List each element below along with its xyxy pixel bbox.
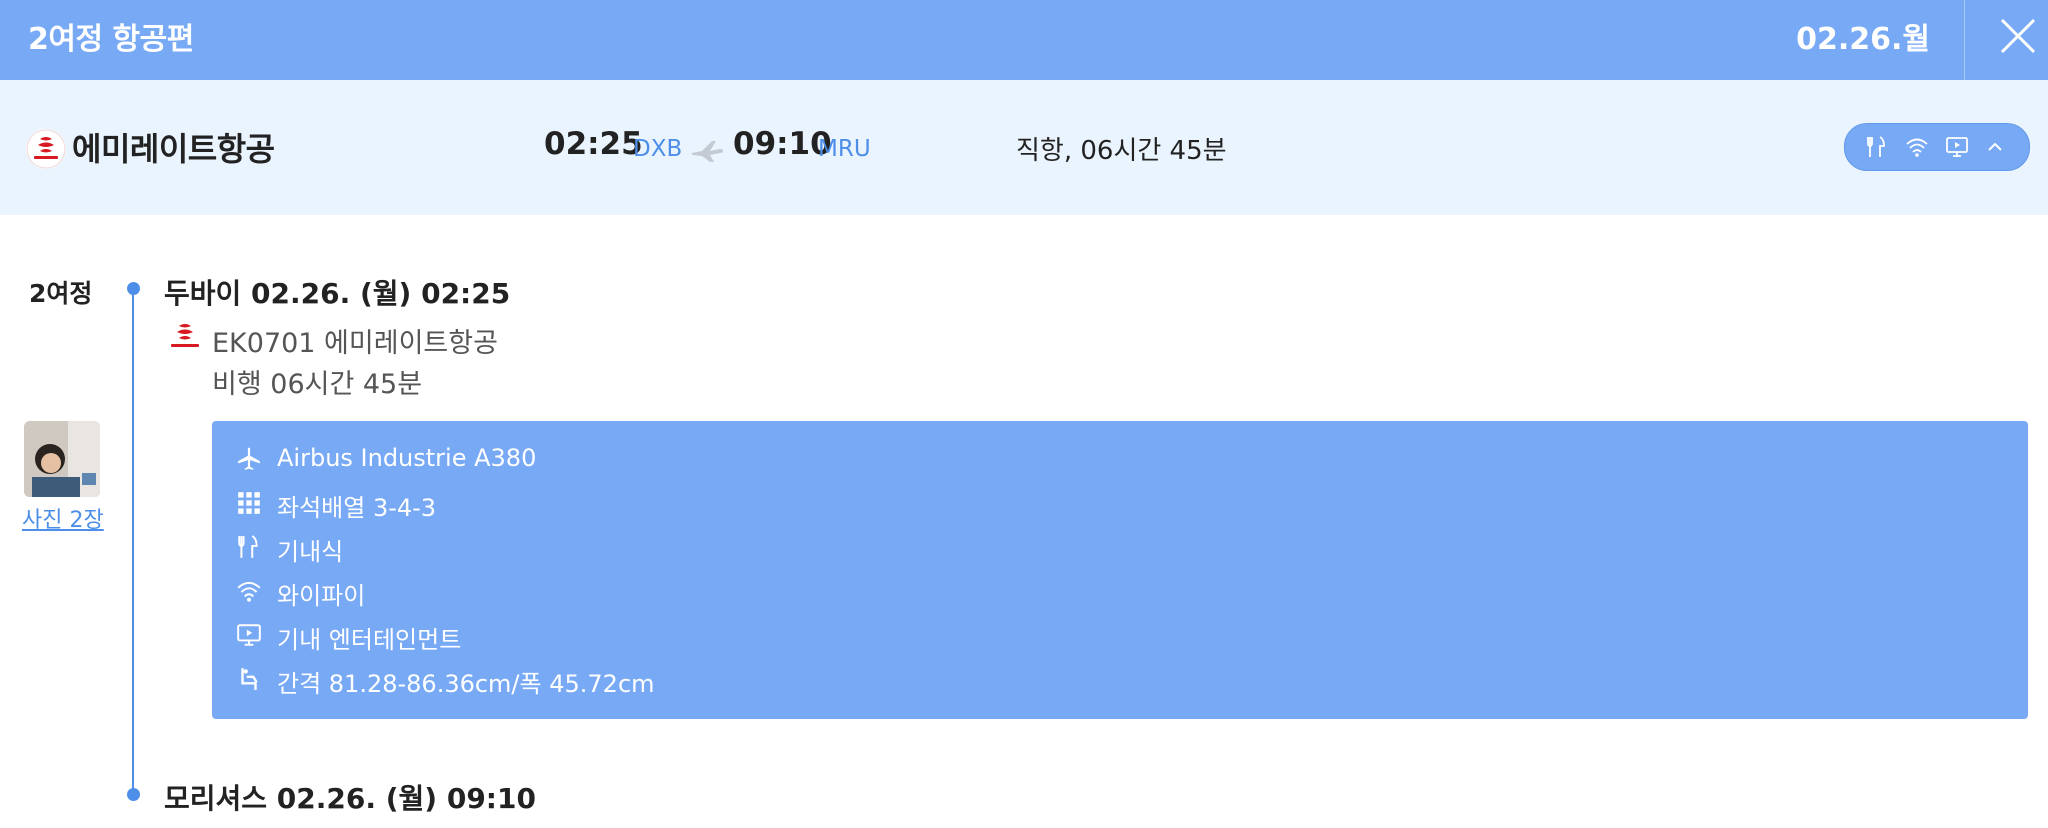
depart-airport-code: DXB	[633, 136, 683, 162]
flight-time: 비행 06시간 45분	[212, 369, 423, 400]
plane-icon	[692, 141, 723, 162]
close-icon	[2000, 18, 2036, 54]
meal-icon	[238, 535, 258, 558]
detail-text: 기내 엔터테인먼트	[277, 626, 462, 654]
detail-text: 기내식	[277, 538, 344, 566]
page-title: 2여정 항공편	[28, 22, 194, 57]
chevron-up-icon	[1988, 142, 2002, 151]
photos-link[interactable]: 사진 2장	[22, 502, 104, 534]
detail-text: 간격 81.28-86.36cm/폭 45.72cm	[277, 670, 655, 698]
flight-summary: 에미레이트항공 02:25 DXB 09:10 MRU 직항, 06시간 45분	[0, 80, 2048, 215]
arrival-title: 모리셔스 02.26. (월) 09:10	[164, 782, 536, 815]
flight-details-panel: Airbus Industrie A380 좌석배열 3-4-3 기내식 와이파…	[212, 421, 2028, 719]
entertainment-icon	[237, 624, 261, 646]
seat-pitch-icon	[241, 668, 258, 690]
detail-text: 와이파이	[277, 582, 366, 610]
airline-name: 에미레이트항공	[72, 130, 275, 168]
timeline-line	[132, 288, 134, 794]
airline-logo	[26, 129, 66, 169]
wifi-icon	[1906, 138, 1928, 157]
segment-label: 2여정	[29, 279, 93, 308]
amenities-toggle[interactable]	[1844, 123, 2030, 171]
entertainment-icon	[1946, 137, 1968, 157]
arrive-airport-code: MRU	[818, 136, 871, 162]
detail-text: 좌석배열 3-4-3	[277, 494, 437, 522]
header-date: 02.26.월	[1796, 22, 1930, 57]
plane-icon	[238, 447, 260, 470]
flight-duration: 직항, 06시간 45분	[1016, 136, 1227, 166]
meal-icon	[1867, 136, 1885, 157]
wifi-icon	[237, 581, 261, 602]
seat-grid-icon	[238, 492, 260, 514]
airline-logo	[171, 324, 199, 347]
departure-title: 두바이 02.26. (월) 02:25	[164, 277, 511, 310]
close-button[interactable]	[1990, 12, 2046, 68]
header-bar: 2여정 항공편 02.26.월	[0, 0, 2048, 80]
arrival-dot	[127, 788, 140, 801]
depart-time: 02:25	[544, 126, 643, 162]
flight-number: EK0701 에미레이트항공	[212, 328, 498, 359]
arrive-time: 09:10	[733, 126, 832, 162]
detail-text: Airbus Industrie A380	[277, 444, 537, 472]
cabin-photo-thumbnail[interactable]	[24, 421, 100, 497]
header-divider	[1964, 0, 1965, 80]
photo-image	[24, 421, 100, 497]
departure-dot	[127, 282, 140, 295]
